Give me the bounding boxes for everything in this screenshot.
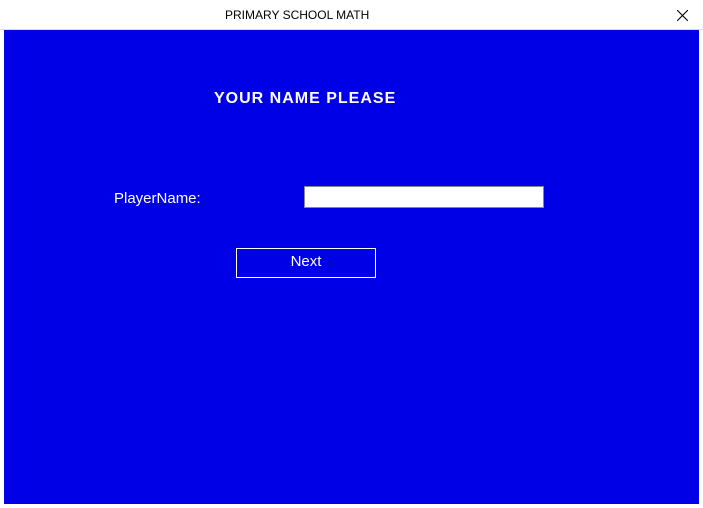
- player-name-label: PlayerName:: [114, 190, 201, 207]
- close-button[interactable]: [673, 6, 691, 24]
- next-button[interactable]: Next: [236, 248, 376, 278]
- titlebar: PRIMARY SCHOOL MATH: [0, 0, 703, 30]
- player-name-input[interactable]: [304, 186, 544, 208]
- form-heading: YOUR NAME PLEASE: [214, 90, 396, 108]
- client-area: YOUR NAME PLEASE PlayerName: Next: [4, 30, 699, 504]
- window-title: PRIMARY SCHOOL MATH: [225, 8, 369, 22]
- close-icon: [677, 10, 688, 21]
